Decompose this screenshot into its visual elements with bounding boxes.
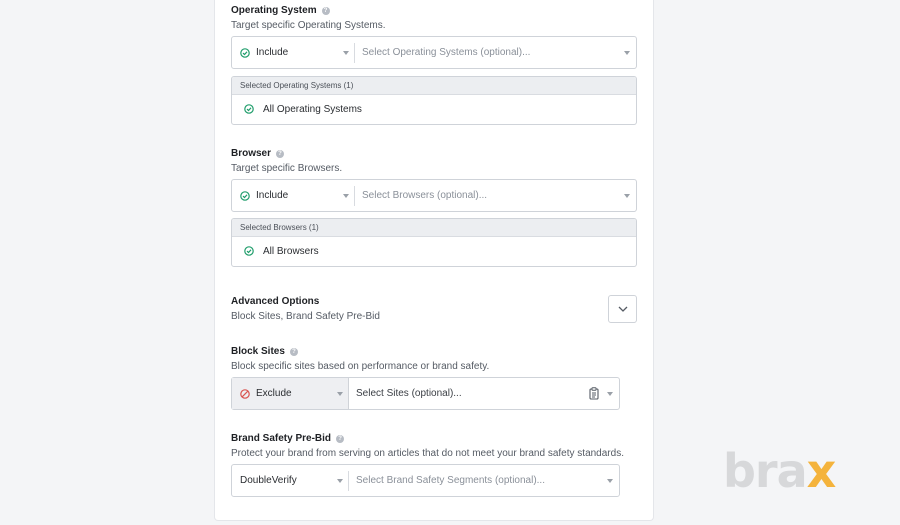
check-circle-icon bbox=[244, 246, 254, 256]
chevron-down-icon bbox=[343, 50, 349, 55]
browser-section-description: Target specific Browsers. bbox=[231, 163, 343, 174]
chevron-down-icon bbox=[607, 391, 613, 396]
brand-safety-title: Brand Safety Pre-Bid ? bbox=[231, 433, 345, 444]
chevron-down-icon bbox=[624, 193, 630, 198]
advanced-options-description: Block Sites, Brand Safety Pre-Bid bbox=[231, 311, 380, 322]
advanced-options-title: Advanced Options bbox=[231, 296, 320, 307]
browser-selected-header: Selected Browsers (1) bbox=[232, 219, 636, 237]
advanced-options-toggle-button[interactable] bbox=[608, 295, 637, 323]
chevron-down-icon bbox=[337, 478, 343, 483]
clipboard-icon[interactable] bbox=[589, 387, 599, 400]
browser-section-title: Browser ? bbox=[231, 148, 285, 159]
browser-mode-dropdown[interactable]: Include bbox=[232, 180, 354, 211]
block-sites-mode-dropdown[interactable]: Exclude bbox=[232, 378, 349, 409]
chevron-down-icon bbox=[343, 193, 349, 198]
block-sites-title: Block Sites ? bbox=[231, 346, 298, 357]
os-filter-field: Include Select Operating Systems (option… bbox=[231, 36, 637, 69]
brand-safety-field: DoubleVerify Select Brand Safety Segment… bbox=[231, 464, 620, 497]
os-section-description: Target specific Operating Systems. bbox=[231, 20, 386, 31]
os-mode-dropdown[interactable]: Include bbox=[232, 37, 354, 68]
help-icon[interactable]: ? bbox=[289, 347, 298, 356]
check-circle-icon bbox=[244, 104, 254, 114]
os-selected-list: Selected Operating Systems (1) All Opera… bbox=[231, 76, 637, 125]
os-selected-item: All Operating Systems bbox=[232, 95, 636, 123]
chevron-down-icon bbox=[624, 50, 630, 55]
help-icon[interactable]: ? bbox=[321, 6, 330, 15]
browser-select-input[interactable]: Select Browsers (optional)... bbox=[355, 180, 636, 211]
browser-filter-field: Include Select Browsers (optional)... bbox=[231, 179, 637, 212]
brand-safety-description: Protect your brand from serving on artic… bbox=[231, 448, 624, 459]
check-circle-icon bbox=[240, 190, 250, 201]
help-icon[interactable]: ? bbox=[336, 434, 345, 443]
brand-safety-select-input[interactable]: Select Brand Safety Segments (optional).… bbox=[349, 465, 619, 496]
browser-selected-item: All Browsers bbox=[232, 237, 636, 265]
help-icon[interactable]: ? bbox=[276, 149, 285, 158]
block-sites-description: Block specific sites based on performanc… bbox=[231, 361, 490, 372]
block-sites-field: Exclude Select Sites (optional)... bbox=[231, 377, 620, 410]
check-circle-icon bbox=[240, 47, 250, 58]
chevron-down-icon bbox=[618, 306, 627, 312]
brand-safety-provider-dropdown[interactable]: DoubleVerify bbox=[232, 465, 348, 496]
chevron-down-icon bbox=[337, 391, 343, 396]
os-select-input[interactable]: Select Operating Systems (optional)... bbox=[355, 37, 636, 68]
chevron-down-icon bbox=[607, 478, 613, 483]
block-icon bbox=[240, 388, 250, 399]
os-section-title: Operating System ? bbox=[231, 5, 330, 16]
browser-selected-list: Selected Browsers (1) All Browsers bbox=[231, 218, 637, 267]
block-sites-select-input[interactable]: Select Sites (optional)... bbox=[349, 378, 619, 409]
os-selected-header: Selected Operating Systems (1) bbox=[232, 77, 636, 95]
brax-watermark-logo: brax bbox=[723, 444, 836, 498]
